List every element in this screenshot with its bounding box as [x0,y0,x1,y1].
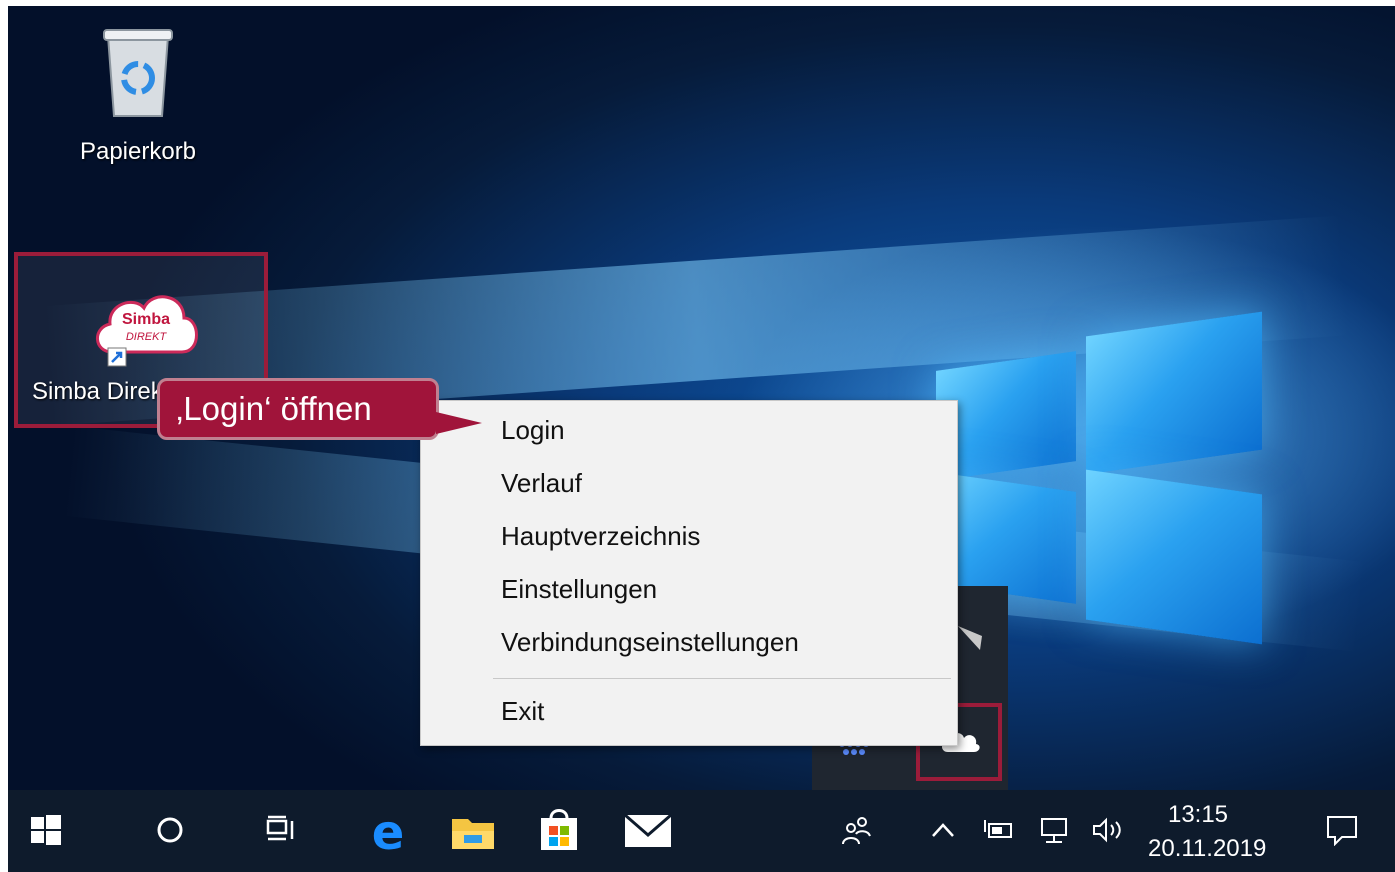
people-icon[interactable] [836,810,876,850]
action-center-icon[interactable] [1320,810,1364,850]
volume-icon[interactable] [1088,812,1128,848]
tray-app-icon[interactable] [952,616,992,656]
battery-icon[interactable] [978,812,1018,848]
clock-date: 20.11.2019 [1148,835,1267,862]
menu-item-hauptverzeichnis[interactable]: Hauptverzeichnis [501,521,700,552]
svg-text:e: e [372,807,405,855]
clock-time: 13:15 [1167,801,1229,828]
windows-logo-pane [1086,311,1262,475]
edge-browser-icon[interactable]: e [360,804,416,858]
instruction-callout: ‚Login‘ öffnen [157,378,439,440]
menu-item-einstellungen[interactable]: Einstellungen [501,574,657,605]
menu-item-verlauf[interactable]: Verlauf [501,468,582,499]
network-icon[interactable] [1034,812,1074,848]
store-icon[interactable] [532,802,586,858]
task-view-icon[interactable] [262,810,302,850]
cortana-search-icon[interactable] [150,810,190,850]
simba-logo-text: Simba [122,311,170,328]
chevron-up-icon[interactable] [926,812,960,848]
menu-item-login[interactable]: Login [501,415,565,446]
direkt-logo-text: DIREKT [126,331,168,343]
menu-separator [493,678,951,679]
windows-start-icon[interactable] [26,810,66,850]
callout-arrow [436,412,482,434]
desktop-icon-label: Papierkorb [79,138,197,165]
taskbar: e 13:15 20.11.2019 [8,790,1395,872]
simba-direkt-cloud-icon: Simba DIREKT [96,295,198,367]
desktop-icon-recycle-bin[interactable]: Papierkorb [68,24,208,166]
recycle-bin-icon [103,29,173,117]
taskbar-clock[interactable]: 13:15 20.11.2019 [1148,798,1267,866]
menu-item-exit[interactable]: Exit [501,696,544,727]
file-explorer-icon[interactable] [446,806,500,856]
context-menu: Login Verlauf Hauptverzeichnis Einstellu… [420,400,958,746]
windows-logo-pane [1086,469,1262,645]
menu-item-verbindungseinstellungen[interactable]: Verbindungseinstellungen [501,627,799,658]
mail-icon[interactable] [620,806,676,856]
